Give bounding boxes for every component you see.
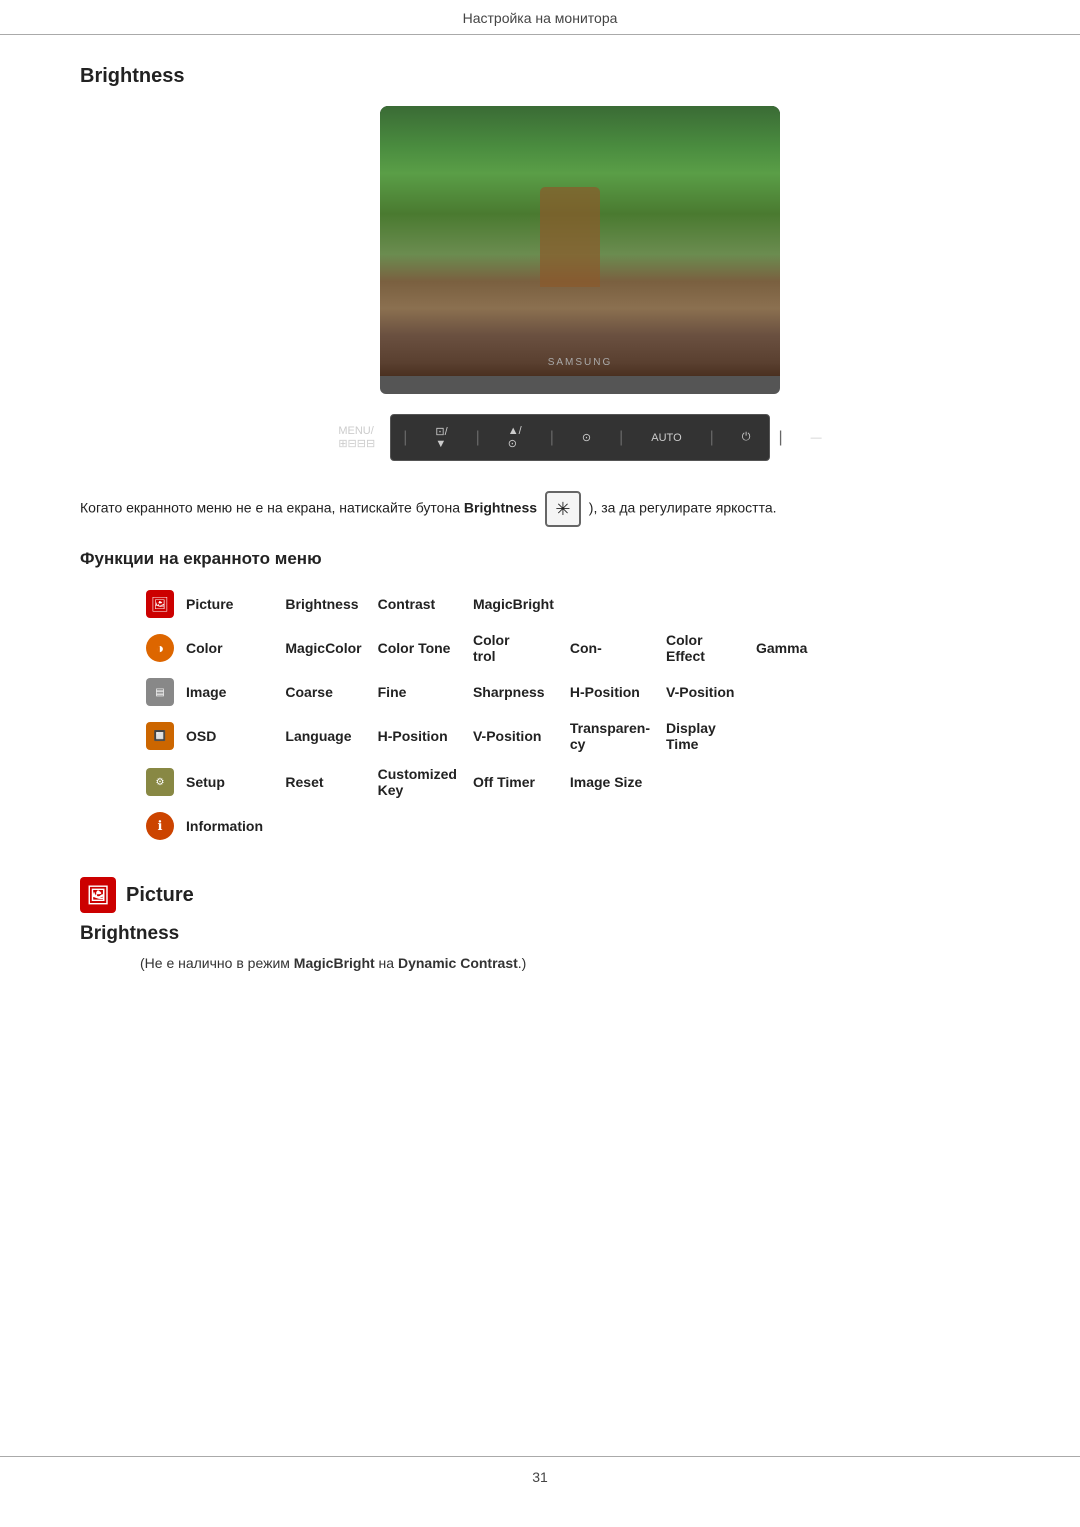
brightness-section-title: Brightness [80,65,1000,88]
icon-setup: ⚙ [146,768,174,796]
menu-name-image: Image [180,671,279,713]
menu-item: Transparen-cy [564,713,660,759]
menu-item: Color Tone [372,625,467,671]
brightness-sub-heading: Brightness [80,923,1000,945]
menu-table: 🖼 Picture Brightness Contrast MagicBrigh… [140,583,840,847]
icon-picture: 🖼 [146,590,174,618]
menu-item: Contrast [372,583,467,625]
icon-color: ◑ [146,634,174,662]
brightness-bottom-note: (Не е налично в режим MagicBright на Dyn… [140,955,1000,971]
menu-item: Coarse [279,671,371,713]
table-row: 🖼 Picture Brightness Contrast MagicBrigh… [140,583,840,625]
table-row: ◑ Color MagicColor Color Tone Colortrol … [140,625,840,671]
menu-item: V-Position [467,713,564,759]
ctrl-circle: ⊙ [582,431,591,444]
menu-item: Language [279,713,371,759]
brightness-note: Когато екранното меню не е на екрана, на… [80,491,1000,527]
page-footer: 31 [0,1456,1080,1497]
table-row: ℹ Information [140,805,840,847]
picture-heading-text: Picture [126,884,194,907]
monitor-scene [380,106,780,376]
menu-item: MagicColor [279,625,371,671]
picture-section-heading: 🖼 Picture [80,877,1000,913]
menu-name-setup: Setup [180,759,279,805]
icon-image: ▤ [146,678,174,706]
menu-item: Brightness [279,583,371,625]
page-number: 31 [532,1469,548,1485]
main-content: Brightness MENU/⊞⊟⊟⊟ | ⊡/▼ | ▲/⊙ | ⊙ | A… [0,35,1080,1031]
ctrl-minus: — [811,432,822,444]
menu-item: H-Position [372,713,467,759]
menu-item: Sharpness [467,671,564,713]
menu-item: Gamma [750,625,840,671]
ctrl-menu: MENU/⊞⊟⊟⊟ [338,425,375,450]
ctrl-power: ⏻ [742,431,751,444]
submenu-title: Функции на екранното меню [80,549,1000,569]
ctrl-auto: AUTO [651,432,681,444]
menu-item: CustomizedKey [372,759,467,805]
menu-item: Image Size [564,759,660,805]
menu-item: Display Time [660,713,750,759]
menu-name-information: Information [180,805,279,847]
ctrl-nav1: ⊡/▼ [435,425,447,450]
header-title: Настройка на монитора [463,10,618,26]
menu-item: H-Position [564,671,660,713]
table-row: ⚙ Setup Reset CustomizedKey Off Timer Im… [140,759,840,805]
menu-item: Color Effect [660,625,750,671]
table-row: ▤ Image Coarse Fine Sharpness H-Position… [140,671,840,713]
menu-name-color: Color [180,625,279,671]
page-header: Настройка на монитора [0,0,1080,35]
menu-item: MagicBright [467,583,564,625]
icon-information: ℹ [146,812,174,840]
menu-item: Off Timer [467,759,564,805]
monitor-stand [380,376,780,394]
monitor-controls-bar: MENU/⊞⊟⊟⊟ | ⊡/▼ | ▲/⊙ | ⊙ | AUTO | ⏻ | — [390,414,770,461]
brightness-button-icon: ✳ [545,491,581,527]
menu-item: V-Position [660,671,750,713]
picture-icon-large: 🖼 [80,877,116,913]
menu-name-osd: OSD [180,713,279,759]
ctrl-nav2: ▲/⊙ [508,425,522,450]
menu-item: Colortrol [467,625,564,671]
menu-item: Fine [372,671,467,713]
monitor-image-container: MENU/⊞⊟⊟⊟ | ⊡/▼ | ▲/⊙ | ⊙ | AUTO | ⏻ | — [160,106,1000,461]
menu-name-picture: Picture [180,583,279,625]
menu-item: Reset [279,759,371,805]
icon-osd: 🔲 [146,722,174,750]
table-row: 🔲 OSD Language H-Position V-Position Tra… [140,713,840,759]
menu-item: Con- [564,625,660,671]
monitor-image [380,106,780,376]
